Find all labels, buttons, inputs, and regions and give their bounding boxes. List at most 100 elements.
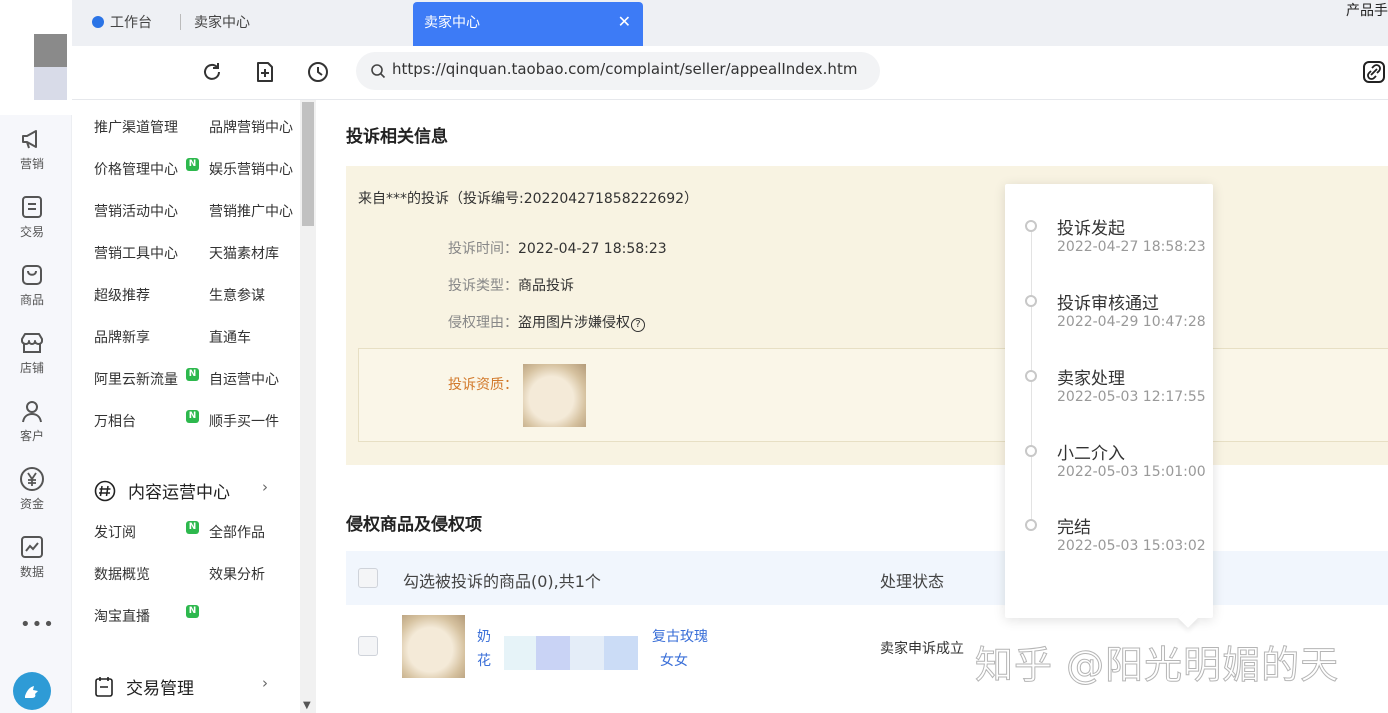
rail-item-funds[interactable]: 资金: [0, 466, 64, 512]
menu-item[interactable]: 推广渠道管理: [94, 117, 178, 137]
tab-bar: 工作台 卖家中心 卖家中心 ✕ 产品手: [72, 0, 1388, 46]
help-icon[interactable]: ?: [631, 318, 645, 332]
section-title: 交易管理: [126, 679, 194, 699]
select-header: 勾选被投诉的商品(0),共1个: [403, 572, 601, 591]
qualification-box: 投诉资质：: [358, 348, 1388, 442]
step-title: 投诉审核通过: [1057, 294, 1159, 314]
menu-item[interactable]: 营销推广中心: [209, 201, 293, 221]
rail-label: 商品: [19, 293, 44, 307]
menu-item[interactable]: 娱乐营销中心: [209, 159, 293, 179]
menu-item[interactable]: 效果分析: [209, 564, 265, 584]
step-time: 2022-04-29 10:47:28: [1057, 314, 1206, 330]
rail-label: 交易: [19, 225, 44, 239]
menu-item[interactable]: 数据概览: [94, 564, 150, 584]
address-bar[interactable]: https://qinquan.taobao.com/complaint/sel…: [356, 52, 880, 90]
qualification-image[interactable]: [523, 364, 586, 427]
tab-workbench[interactable]: 工作台: [92, 12, 152, 32]
redacted-block: [570, 636, 604, 670]
menu-item[interactable]: 天猫素材库: [209, 243, 279, 263]
complaint-time: 投诉时间：2022-04-27 18:58:23: [448, 238, 667, 258]
select-all-checkbox[interactable]: [358, 568, 378, 588]
main-content: 投诉相关信息 来自***的投诉（投诉编号:202204271858222692）…: [316, 100, 1388, 713]
menu-item[interactable]: 万相台: [94, 411, 136, 431]
table-header: 勾选被投诉的商品(0),共1个 处理状态: [346, 551, 1388, 605]
product-title[interactable]: 女女: [660, 650, 688, 670]
history-icon[interactable]: [306, 60, 330, 84]
step-time: 2022-05-03 15:01:00: [1057, 464, 1206, 480]
menu-item[interactable]: 顺手买一件: [209, 411, 279, 431]
menu-item[interactable]: 营销工具中心: [94, 243, 178, 263]
list-icon: [22, 196, 42, 218]
menu-item[interactable]: 营销活动中心: [94, 201, 178, 221]
refresh-icon[interactable]: [200, 60, 224, 84]
person-icon: [22, 401, 42, 423]
menu-item[interactable]: 发订阅: [94, 522, 136, 542]
avatar[interactable]: [34, 34, 67, 100]
new-badge: N: [186, 605, 199, 618]
menu-item[interactable]: 超级推荐: [94, 285, 150, 305]
step-time: 2022-05-03 15:03:02: [1057, 538, 1206, 554]
menu-item[interactable]: 生意参谋: [209, 285, 265, 305]
complaint-reason: 侵权理由：盗用图片涉嫌侵权?: [448, 312, 645, 332]
menu-item[interactable]: 淘宝直播: [94, 606, 150, 626]
menu-item[interactable]: 全部作品: [209, 522, 265, 542]
step-title: 完结: [1057, 518, 1091, 538]
field-label: 投诉时间：: [448, 241, 518, 257]
assistant-button[interactable]: [13, 672, 51, 710]
menu-scrollbar[interactable]: ▼: [300, 100, 316, 713]
row-checkbox[interactable]: [358, 636, 378, 656]
product-image[interactable]: [402, 615, 465, 678]
menu-item[interactable]: 品牌新享: [94, 327, 150, 347]
complaint-source: 来自***的投诉（投诉编号:202204271858222692）: [358, 191, 699, 207]
close-icon[interactable]: ✕: [618, 12, 631, 31]
watermark: 知乎 @阳光明媚的天: [974, 643, 1340, 688]
tab-label: 卖家中心: [194, 15, 250, 31]
menu-item[interactable]: 价格管理中心: [94, 159, 178, 179]
new-tab-icon[interactable]: [253, 60, 277, 84]
scroll-thumb[interactable]: [302, 102, 314, 226]
rail-label: 资金: [19, 497, 44, 511]
menu-item[interactable]: 阿里云新流量: [94, 369, 178, 389]
timeline-dot: [1025, 370, 1037, 382]
rail-item-customer[interactable]: 客户: [0, 398, 64, 444]
new-badge: N: [186, 158, 199, 171]
search-icon: [371, 64, 386, 79]
scroll-down-icon[interactable]: ▼: [303, 700, 311, 711]
bag-icon: [22, 265, 42, 285]
rail-item-data[interactable]: 数据: [0, 534, 64, 580]
rail-item-marketing[interactable]: 营销: [0, 126, 64, 172]
status-header: 处理状态: [880, 572, 945, 591]
menu-item[interactable]: 自运营中心: [209, 369, 279, 389]
workbench-icon: [92, 16, 104, 28]
new-badge: N: [186, 368, 199, 381]
rail-item-store[interactable]: 店铺: [0, 330, 64, 376]
manual-link[interactable]: 产品手: [1346, 0, 1388, 20]
chart-icon: [21, 536, 43, 558]
menu-item[interactable]: 直通车: [209, 327, 251, 347]
product-title[interactable]: 复古玫瑰: [652, 626, 708, 646]
product-title[interactable]: 奶: [477, 626, 491, 646]
tab-label: 工作台: [110, 15, 152, 31]
rail-label: 营销: [19, 157, 44, 171]
qualification-label: 投诉资质：: [448, 377, 518, 393]
field-value: 盗用图片涉嫌侵权: [518, 315, 630, 331]
field-label: 侵权理由：: [448, 315, 518, 331]
assistant-icon: [25, 686, 38, 698]
product-title[interactable]: 花: [477, 650, 491, 670]
menu-item[interactable]: 品牌营销中心: [209, 117, 293, 137]
tab-seller-center[interactable]: 卖家中心: [194, 12, 250, 32]
menu-section-content-center[interactable]: 内容运营中心 ›: [94, 478, 268, 503]
tab-seller-center-active[interactable]: 卖家中心 ✕: [413, 2, 643, 46]
more-icon[interactable]: •••: [20, 614, 55, 635]
menu-section-trade[interactable]: 交易管理 ›: [94, 674, 268, 699]
redacted-block: [504, 636, 536, 670]
yen-icon: [20, 467, 44, 491]
rail-item-goods[interactable]: 商品: [0, 262, 64, 308]
field-value: 2022-04-27 18:58:23: [518, 241, 667, 257]
step-title: 投诉发起: [1057, 219, 1125, 239]
rail-item-trade[interactable]: 交易: [0, 194, 64, 240]
section-title: 内容运营中心: [128, 483, 230, 503]
link-icon[interactable]: [1362, 60, 1386, 84]
store-icon: [21, 333, 43, 353]
step-time: 2022-04-27 18:58:23: [1057, 239, 1206, 255]
